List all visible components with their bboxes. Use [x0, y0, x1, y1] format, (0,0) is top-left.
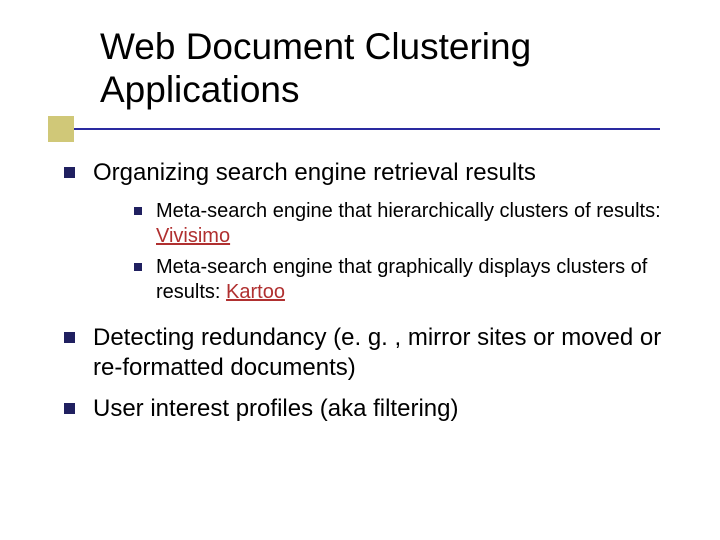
- slide: Web Document Clustering Applications Org…: [0, 0, 720, 540]
- subbullet-text: Meta-search engine that graphically disp…: [156, 255, 680, 305]
- link-vivisimo[interactable]: Vivisimo: [156, 225, 230, 247]
- slide-title: Web Document Clustering Applications: [100, 26, 690, 111]
- subbullet-pretext: Meta-search engine that hierarchically c…: [156, 200, 661, 222]
- square-bullet-icon: [64, 403, 75, 414]
- slide-body: Organizing search engine retrieval resul…: [64, 158, 680, 435]
- square-bullet-icon: [134, 207, 142, 215]
- bullet-text: Detecting redundancy (e. g. , mirror sit…: [93, 323, 680, 382]
- bullet-text: Organizing search engine retrieval resul…: [93, 158, 536, 187]
- bullet-item-3: User interest profiles (aka filtering): [64, 394, 680, 423]
- bullet-item-2: Detecting redundancy (e. g. , mirror sit…: [64, 323, 680, 382]
- subbullet-text: Meta-search engine that hierarchically c…: [156, 199, 680, 249]
- square-bullet-icon: [64, 332, 75, 343]
- bullet-text: User interest profiles (aka filtering): [93, 394, 458, 423]
- subbullet-item-2: Meta-search engine that graphically disp…: [134, 255, 680, 305]
- square-bullet-icon: [64, 167, 75, 178]
- slide-title-block: Web Document Clustering Applications: [100, 26, 690, 111]
- title-underline: [50, 128, 660, 130]
- link-kartoo[interactable]: Kartoo: [226, 281, 285, 303]
- title-accent-box: [48, 116, 74, 142]
- subbullet-group-1: Meta-search engine that hierarchically c…: [134, 199, 680, 305]
- square-bullet-icon: [134, 263, 142, 271]
- subbullet-item-1: Meta-search engine that hierarchically c…: [134, 199, 680, 249]
- bullet-item-1: Organizing search engine retrieval resul…: [64, 158, 680, 187]
- title-line-2: Applications: [100, 69, 300, 110]
- title-line-1: Web Document Clustering: [100, 26, 531, 67]
